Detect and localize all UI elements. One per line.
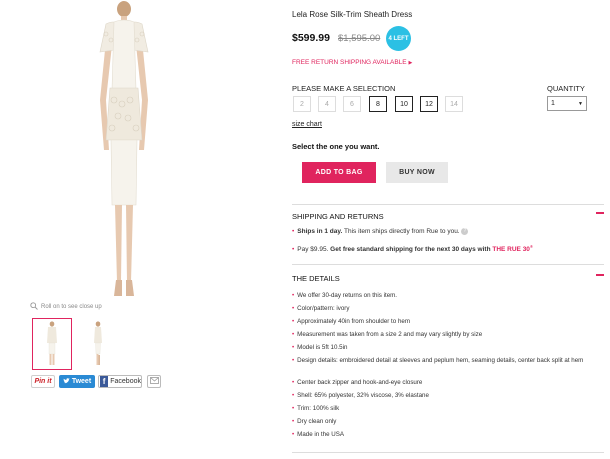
bullet-icon: •: [292, 344, 295, 351]
collapse-icon[interactable]: [596, 274, 604, 276]
selection-prompt: Select the one you want.: [292, 142, 380, 151]
chevron-down-icon: ▼: [578, 100, 583, 107]
pin-it-button[interactable]: Pin it: [31, 375, 55, 388]
facebook-label: Facebook: [110, 378, 141, 385]
detail-text: Approximately 40in from shoulder to hem: [297, 318, 410, 325]
size-option-14[interactable]: 14: [445, 96, 463, 112]
detail-text: Design details: embroidered detail at sl…: [297, 357, 584, 364]
bullet-icon: •: [292, 405, 295, 412]
bullet-icon: •: [292, 357, 295, 364]
size-option-6[interactable]: 6: [343, 96, 361, 112]
bullet-icon: •: [292, 318, 295, 325]
arrow-right-icon: ▶: [408, 60, 413, 66]
original-price: $1,595.00: [338, 33, 381, 44]
detail-item: • Trim: 100% silk: [292, 405, 592, 414]
detail-text: Made in the USA: [297, 431, 344, 438]
detail-item: • Center back zipper and hook-and-eye clo…: [292, 379, 592, 388]
detail-text: Model is 5ft 10.5in: [297, 344, 348, 351]
free-shipping-text: Get free standard shipping for the next …: [330, 246, 491, 254]
size-option-12[interactable]: 12: [420, 96, 438, 112]
detail-item: • Approximately 40in from shoulder to hem: [292, 318, 592, 327]
pay-text: Pay $9.95.: [297, 246, 329, 254]
detail-text: Shell: 65% polyester, 32% viscose, 3% el…: [297, 392, 429, 399]
thumbnail-front[interactable]: [32, 318, 72, 370]
size-option-10[interactable]: 10: [395, 96, 413, 112]
detail-text: Color/pattern: ivory: [297, 305, 350, 312]
ships-text: This item ships directly from Rue to you…: [344, 228, 460, 236]
divider: [292, 452, 604, 453]
tweet-label: Tweet: [71, 378, 92, 385]
bullet-icon: •: [292, 431, 295, 438]
detail-item: • Shell: 65% polyester, 32% viscose, 3% e…: [292, 392, 592, 401]
detail-item: • We offer 30-day returns on this item.: [292, 292, 592, 301]
quantity-value: 1: [551, 100, 555, 107]
facebook-icon: f: [100, 376, 109, 387]
detail-text: Trim: 100% silk: [297, 405, 340, 412]
detail-text: Dry clean only: [297, 418, 337, 425]
envelope-icon: [149, 377, 159, 386]
free-return-link[interactable]: FREE RETURN SHIPPING AVAILABLE ▶: [292, 59, 412, 66]
info-icon[interactable]: ?: [461, 228, 469, 235]
size-option-4[interactable]: 4: [318, 96, 336, 112]
facebook-share-button[interactable]: f Facebook: [98, 375, 142, 388]
email-share-button[interactable]: [147, 375, 161, 388]
selection-heading: PLEASE MAKE A SELECTION: [292, 84, 396, 93]
thumbnail-side[interactable]: [78, 318, 118, 370]
detail-item: • Model is 5ft 10.5in: [292, 344, 592, 353]
bullet-icon: •: [292, 379, 295, 386]
divider: [292, 204, 604, 205]
detail-item: • Design details: embroidered detail at s…: [292, 357, 592, 366]
divider: [292, 264, 604, 265]
stock-badge: 4 LEFT: [386, 26, 411, 51]
pin-it-label: Pin it: [34, 378, 52, 385]
free-return-label: FREE RETURN SHIPPING AVAILABLE: [292, 59, 407, 66]
zoom-hint: Roll on to see close up: [30, 302, 102, 312]
detail-text: We offer 30-day returns on this item.: [297, 292, 398, 299]
add-to-bag-button[interactable]: ADD TO BAG: [302, 162, 376, 183]
bullet-icon: •: [292, 305, 295, 312]
rue30-sup: ®: [529, 244, 533, 249]
quantity-heading: QUANTITY: [547, 84, 585, 93]
shipping-line-2: • Pay $9.95. Get free standard shipping f…: [292, 244, 533, 254]
details-heading[interactable]: THE DETAILS: [292, 274, 340, 283]
sale-price: $599.99: [292, 32, 330, 44]
collapse-icon[interactable]: [596, 212, 604, 214]
size-chart-link[interactable]: size chart: [292, 121, 322, 128]
detail-item: • Measurement was taken from a size 2 and…: [292, 331, 592, 340]
quantity-select[interactable]: 1 ▼: [547, 96, 587, 111]
bullet-icon: •: [292, 418, 295, 425]
tweet-button[interactable]: Tweet: [59, 375, 95, 388]
magnifier-icon: [30, 302, 38, 312]
twitter-icon: [63, 377, 70, 386]
detail-item: • Color/pattern: ivory: [292, 305, 592, 314]
size-option-8[interactable]: 8: [369, 96, 387, 112]
product-image[interactable]: [84, 0, 164, 300]
rue30-label: THE RUE 30: [492, 246, 530, 254]
detail-text: Measurement was taken from a size 2 and …: [297, 331, 483, 338]
detail-item: • Dry clean only: [292, 418, 592, 427]
bullet-icon: •: [292, 331, 295, 338]
rue30-link[interactable]: THE RUE 30®: [492, 244, 533, 254]
shipping-line-1: • Ships in 1 day. This item ships directl…: [292, 228, 597, 235]
detail-item: • Made in the USA: [292, 431, 592, 440]
size-option-2[interactable]: 2: [293, 96, 311, 112]
bullet-icon: •: [292, 292, 295, 299]
detail-text: Center back zipper and hook-and-eye clos…: [297, 379, 423, 386]
bullet-icon: •: [292, 392, 295, 399]
zoom-hint-text: Roll on to see close up: [41, 304, 102, 310]
product-title: Lela Rose Silk-Trim Sheath Dress: [292, 10, 413, 19]
buy-now-button[interactable]: BUY NOW: [386, 162, 448, 183]
shipping-heading[interactable]: SHIPPING AND RETURNS: [292, 212, 384, 221]
ships-bold: Ships in 1 day.: [297, 228, 343, 236]
